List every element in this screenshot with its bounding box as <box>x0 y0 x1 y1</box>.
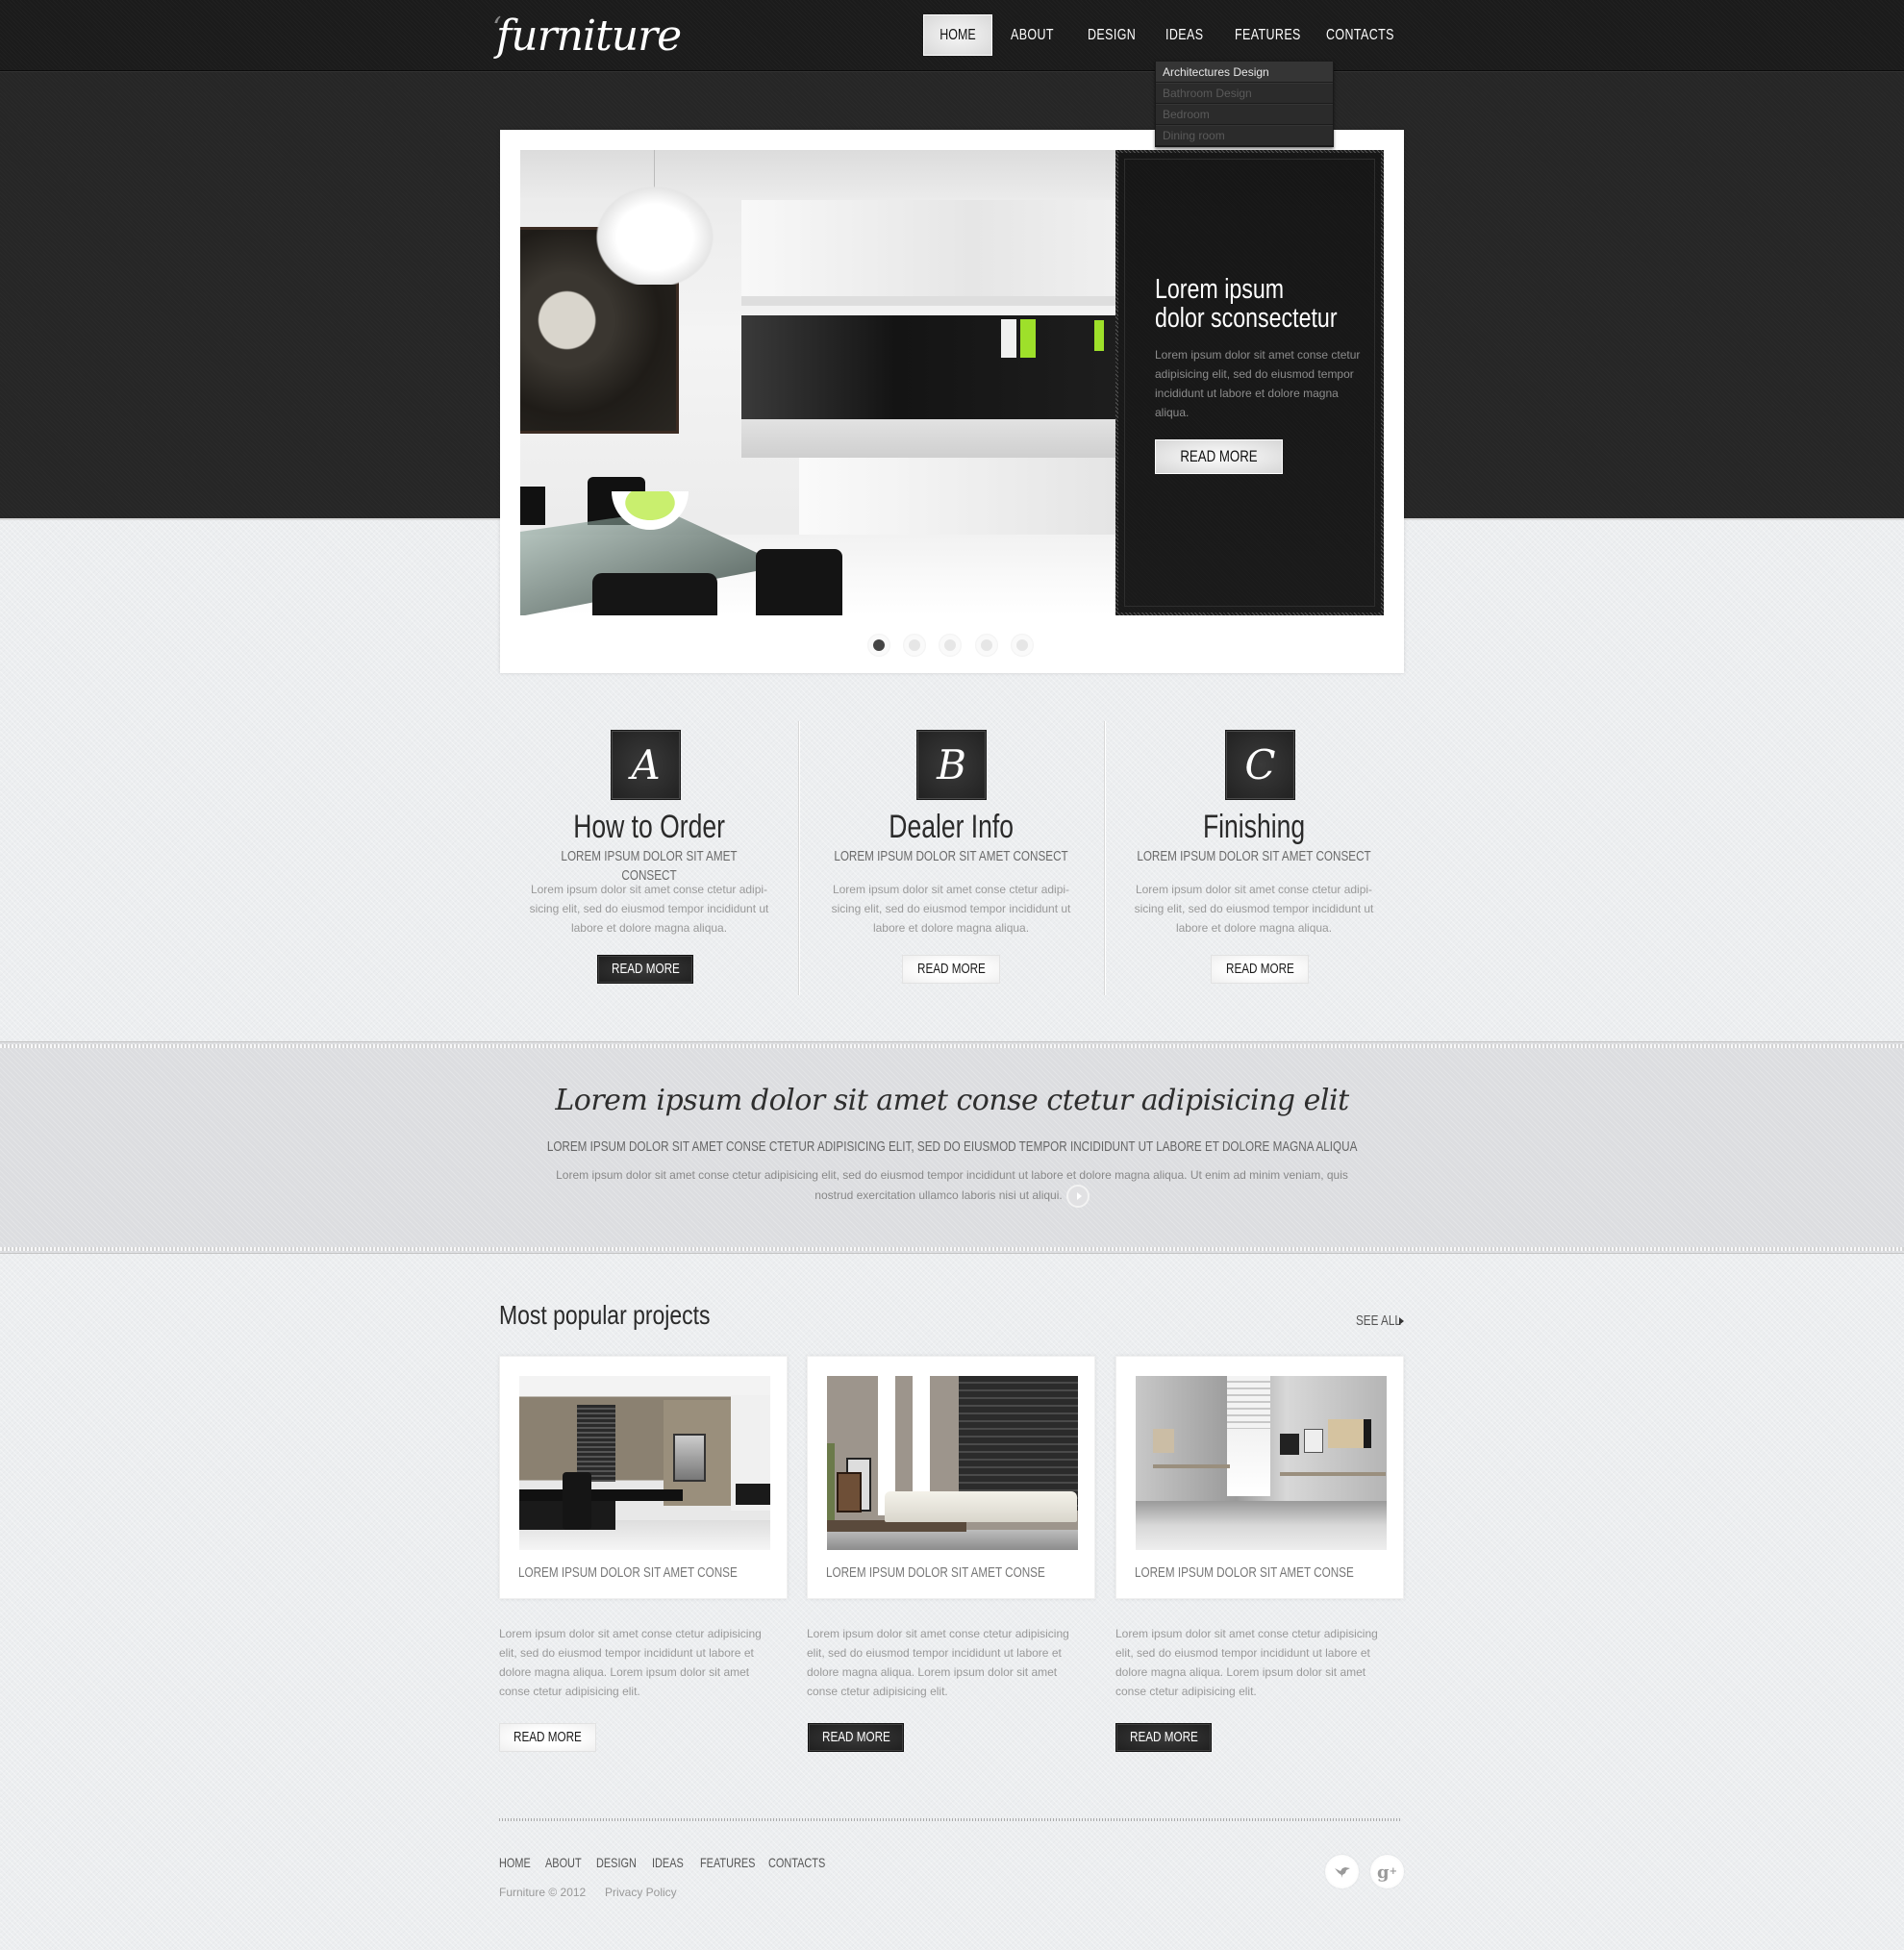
feature-text: Lorem ipsum dolor sit amet conse ctetur … <box>529 883 769 935</box>
slide-text: Lorem ipsum dolor sit amet conse ctetur … <box>1155 348 1361 419</box>
dropdown-item-architectures-design[interactable]: Architectures Design <box>1156 62 1333 83</box>
footer-nav-design[interactable]: DESIGN <box>596 1855 637 1870</box>
nav-contacts[interactable]: CONTACTS <box>1326 14 1394 56</box>
projects-heading: Most popular projects <box>499 1300 711 1330</box>
footer-copyright: Furniture © 2012 <box>499 1886 587 1899</box>
dropdown-item-bathroom-design[interactable]: Bathroom Design <box>1156 83 1333 104</box>
letter-a-icon: A <box>611 730 681 800</box>
nav-about[interactable]: ABOUT <box>1011 14 1054 56</box>
nav-ideas[interactable]: IDEAS <box>1165 14 1203 56</box>
footer-divider <box>499 1818 1401 1821</box>
ideas-dropdown-menu: Architectures Design Bathroom Design Bed… <box>1155 61 1334 147</box>
see-all-link[interactable]: SEE ALL <box>1356 1312 1414 1329</box>
project-image-study[interactable] <box>1136 1376 1387 1550</box>
footer-nav-home[interactable]: HOME <box>499 1855 531 1870</box>
letter-c-icon: C <box>1225 730 1295 800</box>
feature-text: Lorem ipsum dolor sit amet conse ctetur … <box>831 883 1071 935</box>
project-image-office[interactable] <box>519 1376 770 1550</box>
project-card[interactable]: LOREM IPSUM DOLOR SIT AMET CONSE <box>499 1356 788 1599</box>
feature-dealer-info: B Dealer Info LOREM IPSUM DOLOR SIT AMET… <box>798 721 1104 995</box>
project-caption[interactable]: LOREM IPSUM DOLOR SIT AMET CONSE <box>1135 1564 1354 1581</box>
project-caption[interactable]: LOREM IPSUM DOLOR SIT AMET CONSE <box>518 1564 738 1581</box>
privacy-policy-link[interactable]: Privacy Policy <box>605 1886 677 1899</box>
project-description: Lorem ipsum dolor sit amet conse ctetur … <box>1115 1627 1378 1698</box>
feature-read-more-button[interactable]: READ MORE <box>902 955 1000 984</box>
project-read-more-button[interactable]: READ MORE <box>808 1723 904 1752</box>
dropdown-item-bedroom[interactable]: Bedroom <box>1156 104 1333 125</box>
site-header: ‘furniture HOME ABOUT DESIGN IDEAS FEATU… <box>0 0 1904 71</box>
feature-text: Lorem ipsum dolor sit amet conse ctetur … <box>1134 883 1374 935</box>
nav-features[interactable]: FEATURES <box>1235 14 1301 56</box>
quote-title: Lorem ipsum dolor sit amet conse ctetur … <box>555 1084 1349 1117</box>
dropdown-item-dining-room[interactable]: Dining room <box>1156 125 1333 146</box>
feature-finishing: C Finishing LOREM IPSUM DOLOR SIT AMET C… <box>1104 721 1404 995</box>
footer-nav-contacts[interactable]: CONTACTS <box>768 1855 825 1870</box>
feature-read-more-button[interactable]: READ MORE <box>597 955 693 984</box>
logo-text: furniture <box>496 12 682 61</box>
slider-dot-3[interactable] <box>939 634 962 657</box>
quote-text: Lorem ipsum dolor sit amet conse ctetur … <box>539 1165 1365 1208</box>
slider-dot-2[interactable] <box>903 634 926 657</box>
project-read-more-button[interactable]: READ MORE <box>1115 1723 1212 1752</box>
nav-home-label: HOME <box>939 27 976 43</box>
project-card[interactable]: LOREM IPSUM DOLOR SIT AMET CONSE <box>1115 1356 1404 1599</box>
arrow-right-icon[interactable] <box>1065 1185 1090 1208</box>
project-card[interactable]: LOREM IPSUM DOLOR SIT AMET CONSE <box>807 1356 1095 1599</box>
google-plus-icon[interactable]: g+ <box>1370 1855 1404 1888</box>
feature-how-to-order: A How to Order LOREM IPSUM DOLOR SIT AME… <box>500 721 798 995</box>
footer-nav-about[interactable]: ABOUT <box>545 1855 582 1870</box>
project-description: Lorem ipsum dolor sit amet conse ctetur … <box>499 1627 762 1698</box>
twitter-icon[interactable] <box>1325 1855 1359 1888</box>
feature-title: How to Order <box>573 809 725 845</box>
project-description: Lorem ipsum dolor sit amet conse ctetur … <box>807 1627 1069 1698</box>
nav-home[interactable]: HOME <box>923 14 992 56</box>
quote-subtitle: LOREM IPSUM DOLOR SIT AMET CONSE CTETUR … <box>546 1138 1358 1155</box>
footer-nav-ideas[interactable]: IDEAS <box>652 1855 684 1870</box>
logo-quote-mark: ‘ <box>492 12 501 45</box>
project-caption[interactable]: LOREM IPSUM DOLOR SIT AMET CONSE <box>826 1564 1045 1581</box>
feature-subtitle: LOREM IPSUM DOLOR SIT AMET CONSECT <box>834 848 1068 864</box>
slide-caption-panel: Lorem ipsum dolor sconsectetur Lorem ips… <box>1115 150 1384 615</box>
slide-title: Lorem ipsum dolor sconsectetur <box>1155 274 1338 334</box>
slider-dot-1[interactable] <box>867 634 890 657</box>
footer-nav-features[interactable]: FEATURES <box>700 1855 755 1870</box>
project-read-more-button[interactable]: READ MORE <box>499 1723 596 1752</box>
project-image-living-room[interactable] <box>827 1376 1078 1550</box>
letter-b-icon: B <box>916 730 987 800</box>
slide-read-more-button[interactable]: READ MORE <box>1155 439 1283 474</box>
feature-title: Dealer Info <box>889 809 1014 845</box>
slider-dot-4[interactable] <box>975 634 998 657</box>
nav-design[interactable]: DESIGN <box>1088 14 1136 56</box>
feature-subtitle: LOREM IPSUM DOLOR SIT AMET CONSECT <box>1137 848 1371 864</box>
site-logo[interactable]: ‘furniture <box>492 8 682 65</box>
pendant-lamp <box>588 179 722 285</box>
feature-read-more-button[interactable]: READ MORE <box>1211 955 1309 984</box>
slider-dot-5[interactable] <box>1011 634 1034 657</box>
feature-title: Finishing <box>1202 809 1306 845</box>
